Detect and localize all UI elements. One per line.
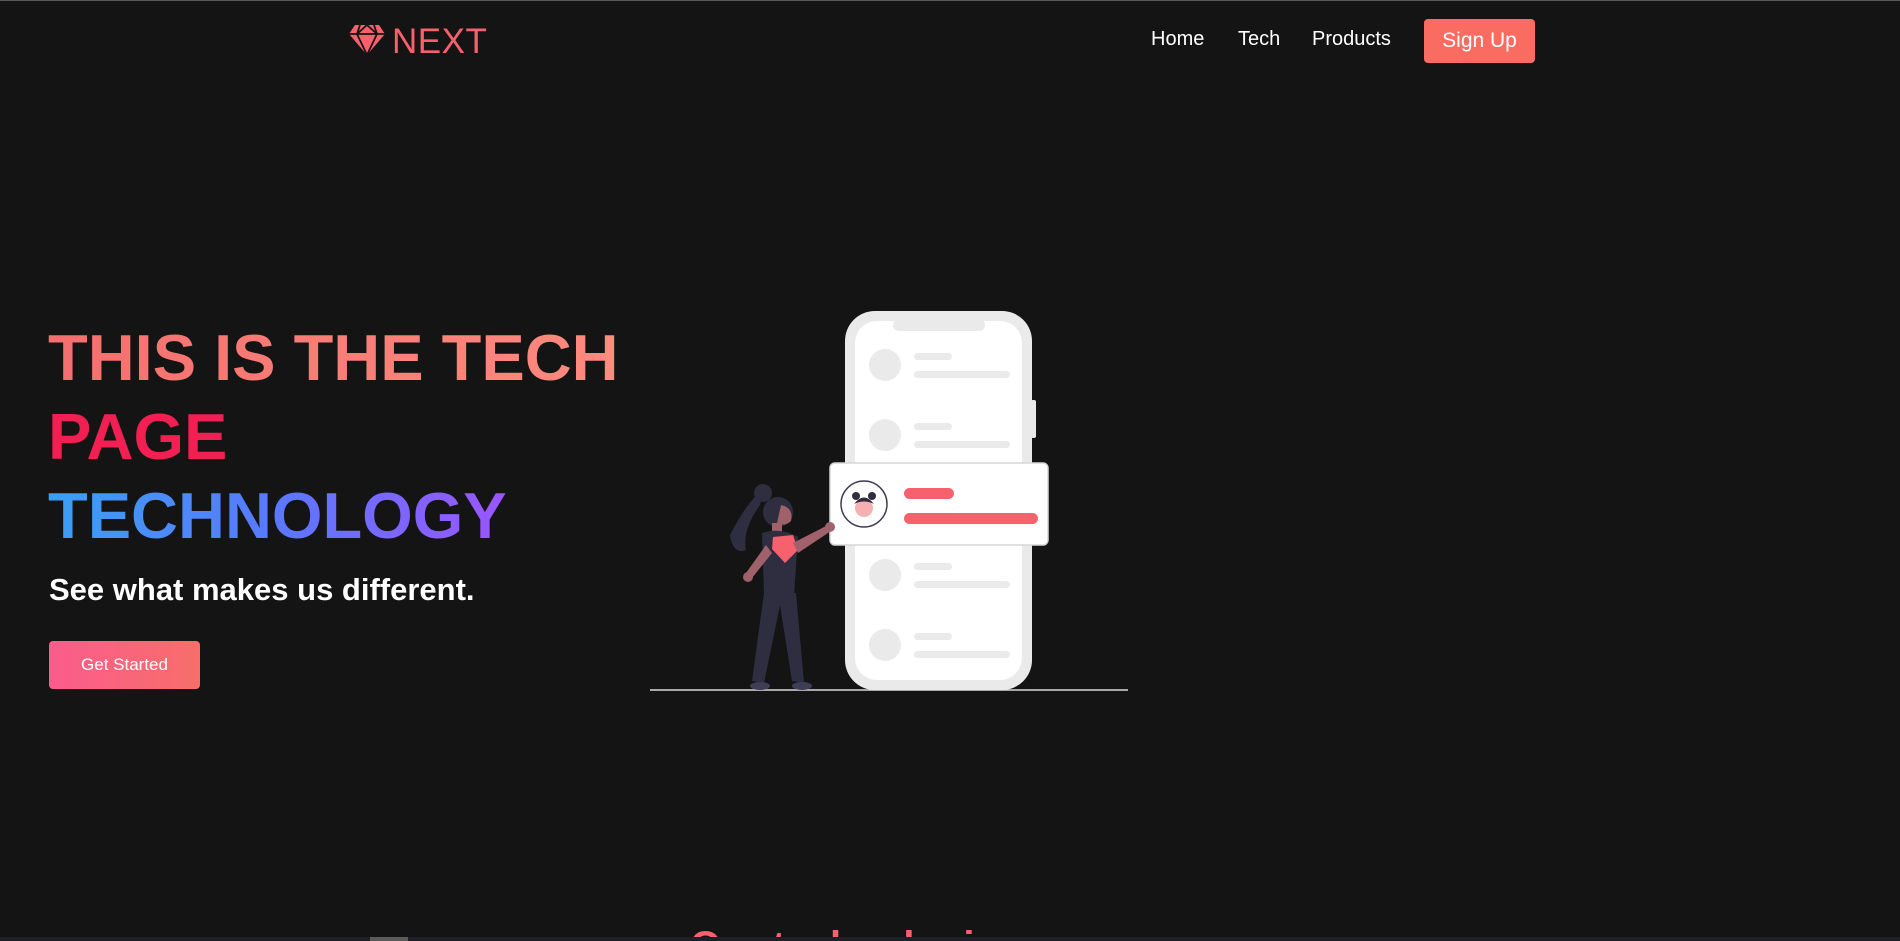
top-divider bbox=[0, 0, 1900, 1]
woman-figure bbox=[730, 484, 835, 690]
horizontal-scrollbar-track[interactable] bbox=[0, 937, 1900, 941]
get-started-button[interactable]: Get Started bbox=[49, 641, 200, 689]
hero-title-line-2: PAGE bbox=[48, 400, 228, 473]
logo[interactable]: NEXT bbox=[348, 22, 487, 62]
phone-notch bbox=[893, 319, 985, 331]
hero-illustration bbox=[650, 311, 1128, 691]
logo-text: NEXT bbox=[392, 22, 488, 61]
hero-title-line-3: TECHNOLOGY bbox=[48, 479, 507, 552]
horizontal-scrollbar-thumb[interactable] bbox=[370, 937, 408, 941]
diamond-icon bbox=[348, 23, 386, 62]
nav-link-home[interactable]: Home bbox=[1151, 28, 1204, 51]
phone-side-button bbox=[1031, 400, 1036, 438]
nav-link-tech[interactable]: Tech bbox=[1238, 28, 1280, 51]
hero-title-line-1: THIS IS THE TECH bbox=[48, 321, 619, 394]
highlighted-contact-card bbox=[829, 462, 1049, 546]
nav-link-products[interactable]: Products bbox=[1312, 28, 1391, 51]
page: NEXT Home Tech Products Sign Up THIS IS … bbox=[0, 0, 1900, 941]
sign-up-button[interactable]: Sign Up bbox=[1424, 19, 1535, 63]
hero-subtitle: See what makes us different. bbox=[49, 572, 475, 607]
